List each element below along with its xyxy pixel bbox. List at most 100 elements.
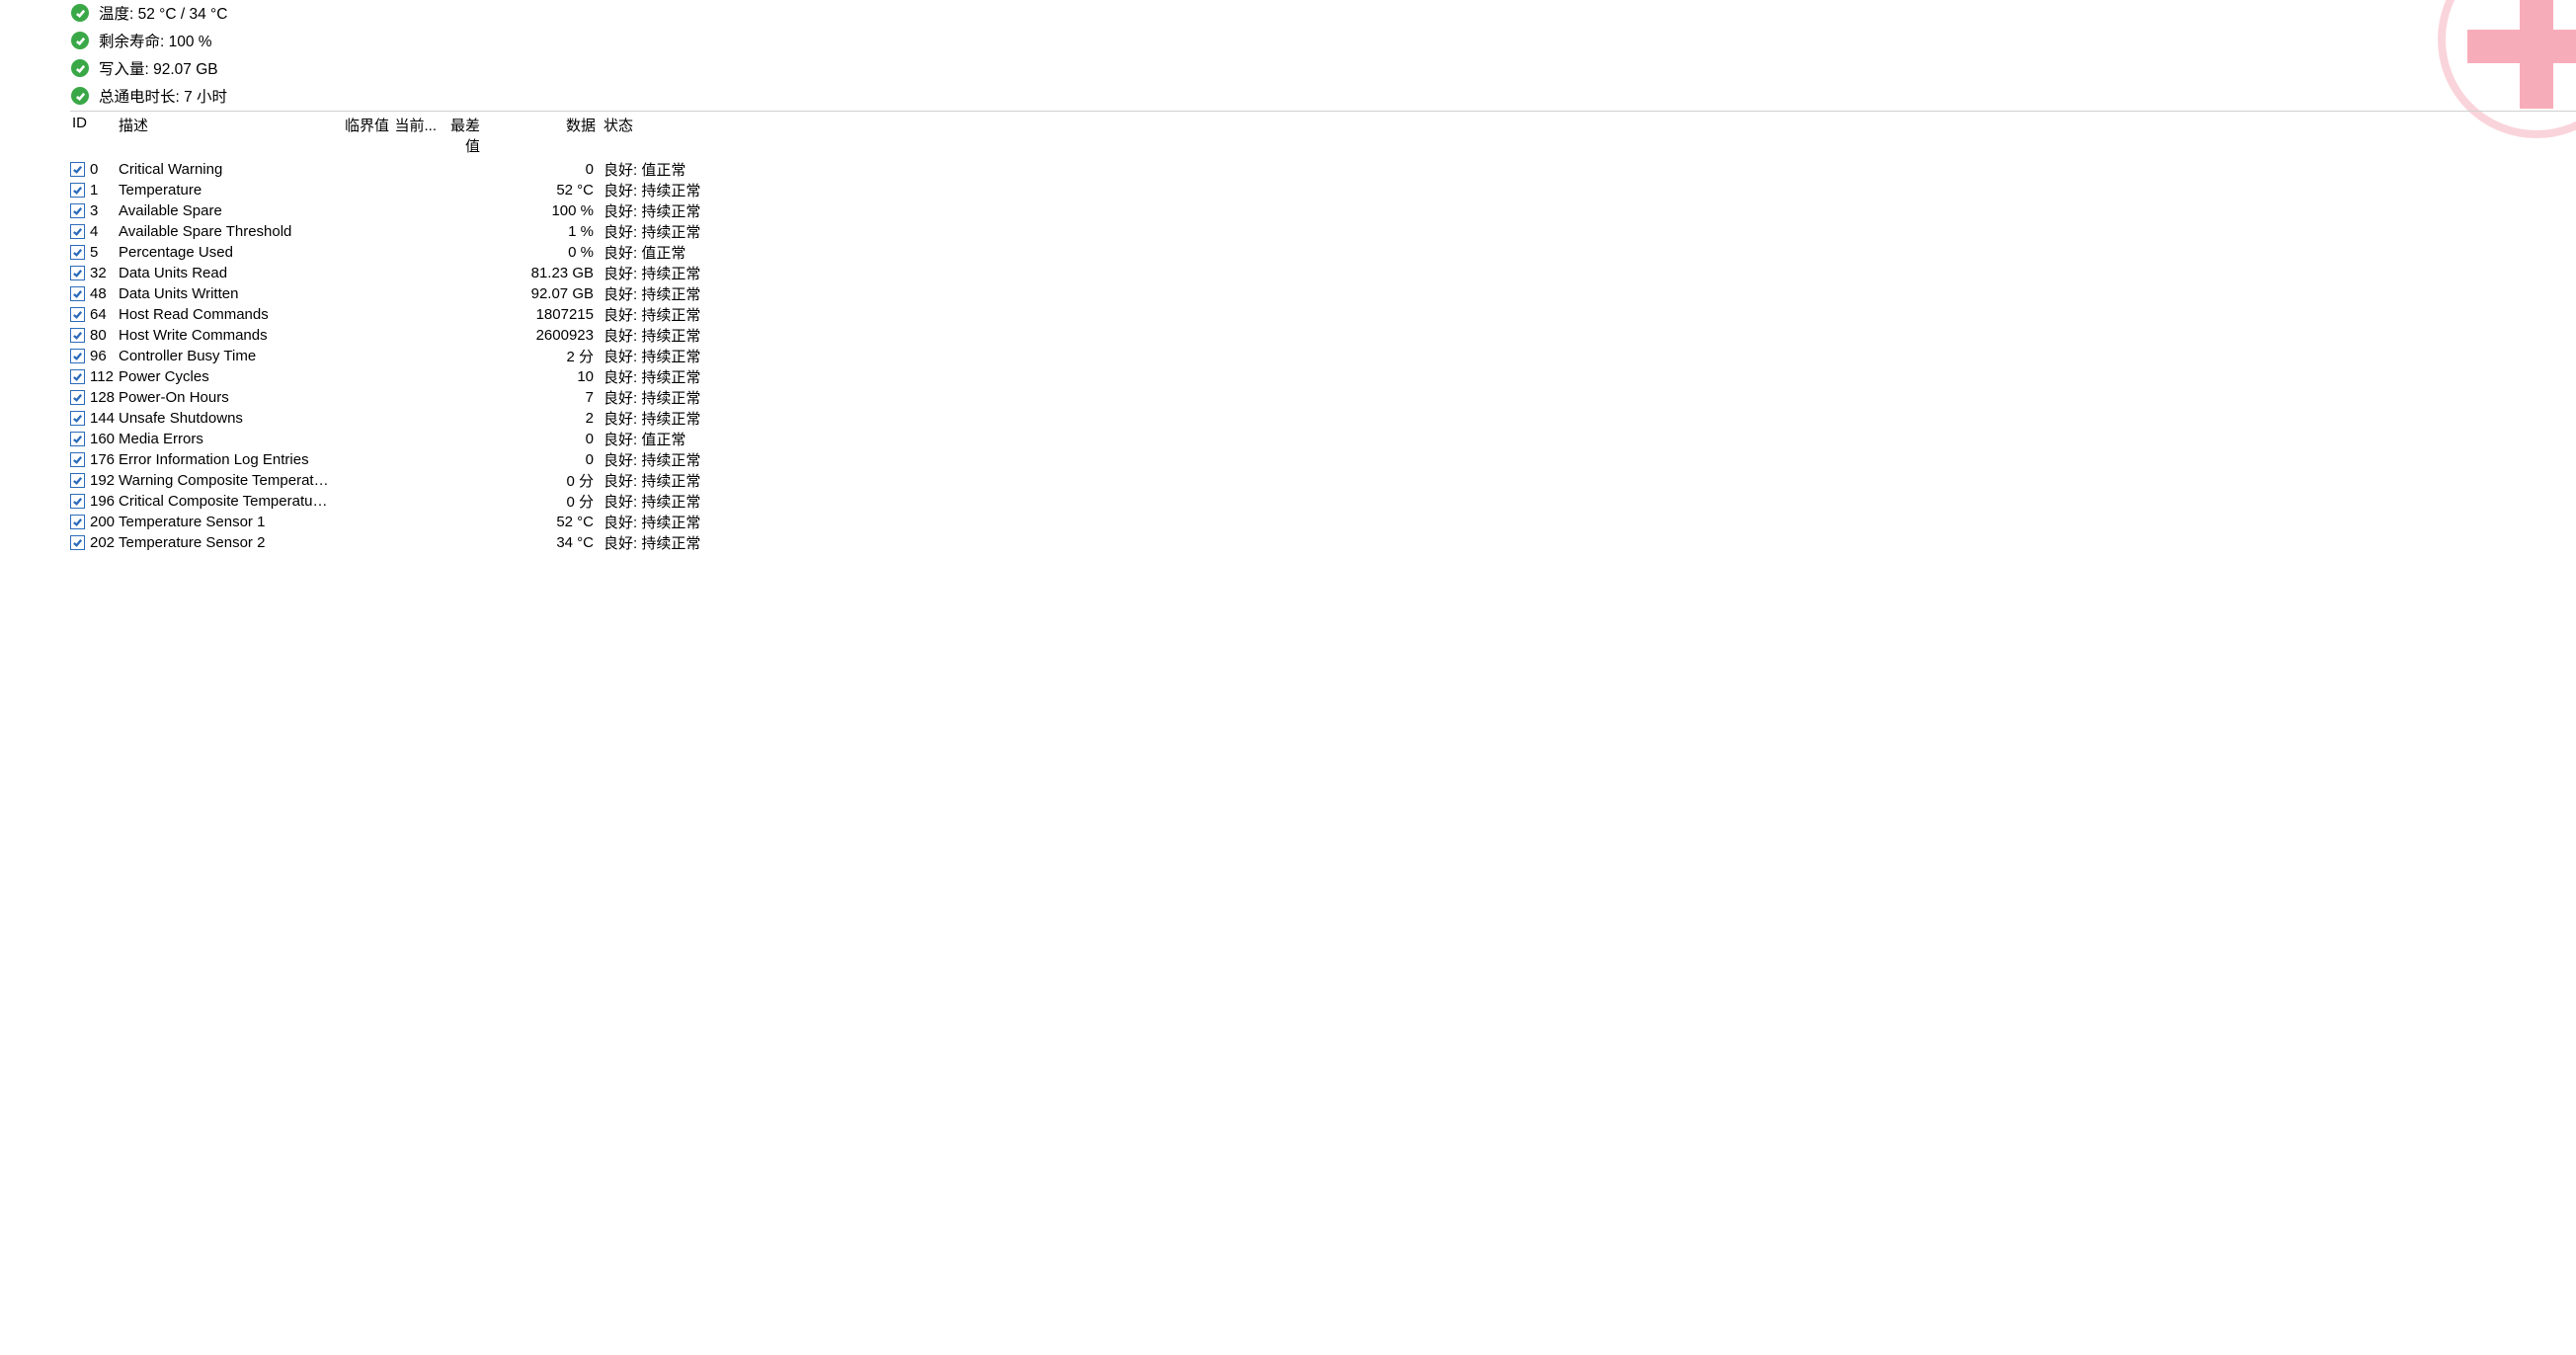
table-row[interactable]: 176Error Information Log Entries0良好: 持续正… bbox=[70, 449, 2576, 470]
row-description: Temperature Sensor 1 bbox=[119, 514, 330, 530]
row-id: 112 bbox=[90, 368, 119, 385]
header-threshold[interactable]: 临界值 bbox=[330, 115, 389, 156]
row-data-value: 0 bbox=[480, 451, 596, 468]
header-status[interactable]: 状态 bbox=[596, 115, 633, 156]
table-row[interactable]: 112Power Cycles10良好: 持续正常 bbox=[70, 366, 2576, 387]
row-checkbox[interactable] bbox=[70, 245, 85, 260]
main-panel: 温度: 52 °C / 34 °C 剩余寿命: 100 % 写入量: 92.07 G… bbox=[0, 0, 2576, 553]
row-id: 200 bbox=[90, 514, 119, 530]
checkbox-cell bbox=[70, 349, 90, 363]
row-description: Data Units Written bbox=[119, 285, 330, 302]
row-checkbox[interactable] bbox=[70, 390, 85, 405]
row-status-text: 良好: 持续正常 bbox=[596, 200, 700, 221]
status-summary-list: 温度: 52 °C / 34 °C 剩余寿命: 100 % 写入量: 92.07 G… bbox=[71, 2, 2576, 107]
row-data-value: 1 % bbox=[480, 223, 596, 240]
row-description: Power Cycles bbox=[119, 368, 330, 385]
row-status-text: 良好: 持续正常 bbox=[596, 263, 700, 283]
header-data[interactable]: 数据 bbox=[480, 115, 596, 156]
checkbox-cell bbox=[70, 494, 90, 509]
table-row[interactable]: 200Temperature Sensor 152 °C良好: 持续正常 bbox=[70, 512, 2576, 532]
checkbox-cell bbox=[70, 473, 90, 488]
row-description: Critical Composite Temperature ... bbox=[119, 493, 330, 510]
row-data-value: 81.23 GB bbox=[480, 265, 596, 281]
check-circle-icon bbox=[71, 87, 89, 105]
row-id: 3 bbox=[90, 202, 119, 219]
header-description[interactable]: 描述 bbox=[119, 115, 330, 156]
table-row[interactable]: 3Available Spare100 %良好: 持续正常 bbox=[70, 200, 2576, 221]
row-checkbox[interactable] bbox=[70, 494, 85, 509]
row-checkbox[interactable] bbox=[70, 452, 85, 467]
checkbox-cell bbox=[70, 328, 90, 343]
row-description: Available Spare bbox=[119, 202, 330, 219]
row-checkbox[interactable] bbox=[70, 183, 85, 198]
row-checkbox[interactable] bbox=[70, 266, 85, 280]
row-checkbox[interactable] bbox=[70, 473, 85, 488]
row-checkbox[interactable] bbox=[70, 286, 85, 301]
check-circle-icon bbox=[71, 59, 89, 77]
checkbox-cell bbox=[70, 224, 90, 239]
row-status-text: 良好: 持续正常 bbox=[596, 408, 700, 429]
header-current[interactable]: 当前... bbox=[389, 115, 437, 156]
status-item: 写入量: 92.07 GB bbox=[71, 57, 2576, 79]
table-row[interactable]: 202Temperature Sensor 234 °C良好: 持续正常 bbox=[70, 532, 2576, 553]
table-row[interactable]: 1Temperature52 °C良好: 持续正常 bbox=[70, 180, 2576, 200]
row-checkbox[interactable] bbox=[70, 369, 85, 384]
table-row[interactable]: 0Critical Warning0良好: 值正常 bbox=[70, 159, 2576, 180]
table-row[interactable]: 192Warning Composite Temperatur...0 分良好:… bbox=[70, 470, 2576, 491]
row-id: 32 bbox=[90, 265, 119, 281]
row-checkbox[interactable] bbox=[70, 328, 85, 343]
checkbox-cell bbox=[70, 266, 90, 280]
row-description: Media Errors bbox=[119, 431, 330, 447]
status-item: 剩余寿命: 100 % bbox=[71, 30, 2576, 51]
table-row[interactable]: 48Data Units Written92.07 GB良好: 持续正常 bbox=[70, 283, 2576, 304]
row-checkbox[interactable] bbox=[70, 307, 85, 322]
checkbox-cell bbox=[70, 286, 90, 301]
row-status-text: 良好: 持续正常 bbox=[596, 304, 700, 325]
row-description: Unsafe Shutdowns bbox=[119, 410, 330, 427]
row-data-value: 92.07 GB bbox=[480, 285, 596, 302]
row-checkbox[interactable] bbox=[70, 411, 85, 426]
row-description: Host Read Commands bbox=[119, 306, 330, 323]
row-data-value: 34 °C bbox=[480, 534, 596, 551]
row-description: Percentage Used bbox=[119, 244, 330, 261]
table-row[interactable]: 80Host Write Commands2600923良好: 持续正常 bbox=[70, 325, 2576, 346]
row-checkbox[interactable] bbox=[70, 432, 85, 446]
checkbox-cell bbox=[70, 432, 90, 446]
row-checkbox[interactable] bbox=[70, 349, 85, 363]
row-checkbox[interactable] bbox=[70, 535, 85, 550]
row-data-value: 0 bbox=[480, 431, 596, 447]
row-checkbox[interactable] bbox=[70, 162, 85, 177]
row-status-text: 良好: 持续正常 bbox=[596, 221, 700, 242]
checkbox-cell bbox=[70, 390, 90, 405]
table-row[interactable]: 128Power-On Hours7良好: 持续正常 bbox=[70, 387, 2576, 408]
row-id: 144 bbox=[90, 410, 119, 427]
header-worst[interactable]: 最差值 bbox=[437, 115, 480, 156]
row-data-value: 0 分 bbox=[480, 491, 596, 512]
row-data-value: 52 °C bbox=[480, 514, 596, 530]
table-row[interactable]: 196Critical Composite Temperature ...0 分… bbox=[70, 491, 2576, 512]
row-checkbox[interactable] bbox=[70, 224, 85, 239]
row-description: Error Information Log Entries bbox=[119, 451, 330, 468]
table-row[interactable]: 32Data Units Read81.23 GB良好: 持续正常 bbox=[70, 263, 2576, 283]
row-status-text: 良好: 持续正常 bbox=[596, 449, 700, 470]
table-row[interactable]: 144Unsafe Shutdowns 2良好: 持续正常 bbox=[70, 408, 2576, 429]
checkbox-cell bbox=[70, 183, 90, 198]
checkbox-cell bbox=[70, 535, 90, 550]
table-row[interactable]: 5Percentage Used0 %良好: 值正常 bbox=[70, 242, 2576, 263]
table-row[interactable]: 96Controller Busy Time2 分良好: 持续正常 bbox=[70, 346, 2576, 366]
table-row[interactable]: 64Host Read Commands1807215良好: 持续正常 bbox=[70, 304, 2576, 325]
status-item: 温度: 52 °C / 34 °C bbox=[71, 2, 2576, 24]
row-checkbox[interactable] bbox=[70, 515, 85, 529]
row-status-text: 良好: 值正常 bbox=[596, 429, 685, 449]
row-checkbox[interactable] bbox=[70, 203, 85, 218]
data-table: ID 描述 临界值 当前... 最差值 数据 状态 0Critical Warn… bbox=[70, 111, 2576, 553]
row-data-value: 2 bbox=[480, 410, 596, 427]
row-data-value: 0 bbox=[480, 161, 596, 178]
table-row[interactable]: 4Available Spare Threshold1 %良好: 持续正常 bbox=[70, 221, 2576, 242]
row-id: 128 bbox=[90, 389, 119, 406]
header-id[interactable]: ID bbox=[70, 115, 119, 156]
row-data-value: 52 °C bbox=[480, 182, 596, 199]
table-row[interactable]: 160Media Errors0良好: 值正常 bbox=[70, 429, 2576, 449]
status-label: 剩余寿命: 100 % bbox=[99, 30, 212, 51]
checkbox-cell bbox=[70, 307, 90, 322]
